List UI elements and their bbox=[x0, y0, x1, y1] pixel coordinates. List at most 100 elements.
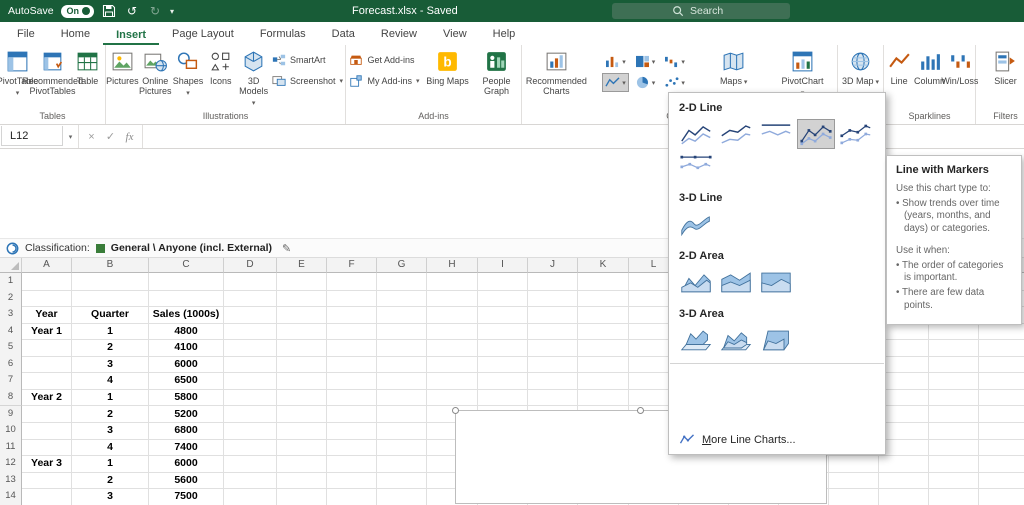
cell-D8[interactable] bbox=[224, 389, 277, 407]
document-title[interactable]: Forecast.xlsx - Saved bbox=[352, 0, 458, 22]
cell-Q14[interactable] bbox=[879, 488, 929, 505]
cell-F1[interactable] bbox=[327, 273, 377, 291]
cell-R9[interactable] bbox=[929, 406, 979, 424]
cell-C10[interactable]: 6800 bbox=[149, 422, 224, 440]
cell-D11[interactable] bbox=[224, 439, 277, 457]
cell-B1[interactable] bbox=[72, 273, 149, 291]
cell-F14[interactable] bbox=[327, 488, 377, 505]
cell-A7[interactable] bbox=[22, 372, 72, 390]
col-header-I[interactable]: I bbox=[478, 258, 528, 273]
edit-classification-icon[interactable]: ✎ bbox=[282, 242, 291, 255]
cell-G12[interactable] bbox=[377, 455, 427, 473]
enter-icon[interactable]: ✓ bbox=[102, 130, 119, 143]
cell-F10[interactable] bbox=[327, 422, 377, 440]
cell-I4[interactable] bbox=[478, 323, 528, 341]
cancel-icon[interactable]: × bbox=[83, 131, 100, 143]
cell-R7[interactable] bbox=[929, 372, 979, 390]
row-header-2[interactable]: 2 bbox=[0, 290, 22, 308]
cell-S8[interactable] bbox=[979, 389, 1024, 407]
cell-I1[interactable] bbox=[478, 273, 528, 291]
cell-G9[interactable] bbox=[377, 406, 427, 424]
cell-E5[interactable] bbox=[277, 339, 327, 357]
cell-S4[interactable] bbox=[979, 323, 1024, 341]
cell-C7[interactable]: 6500 bbox=[149, 372, 224, 390]
cell-F9[interactable] bbox=[327, 406, 377, 424]
cell-E3[interactable] bbox=[277, 306, 327, 324]
insert-function-icon[interactable]: fx bbox=[121, 131, 138, 143]
cell-J6[interactable] bbox=[528, 356, 578, 374]
cell-E2[interactable] bbox=[277, 290, 327, 308]
row-header-9[interactable]: 9 bbox=[0, 406, 22, 424]
cell-D9[interactable] bbox=[224, 406, 277, 424]
cell-E12[interactable] bbox=[277, 455, 327, 473]
cell-E13[interactable] bbox=[277, 472, 327, 490]
cell-K8[interactable] bbox=[578, 389, 629, 407]
redo-icon[interactable]: ↻ bbox=[147, 3, 163, 19]
cell-A13[interactable] bbox=[22, 472, 72, 490]
cell-A4[interactable]: Year 1 bbox=[22, 323, 72, 341]
cell-H4[interactable] bbox=[427, 323, 478, 341]
cell-B4[interactable]: 1 bbox=[72, 323, 149, 341]
cell-H2[interactable] bbox=[427, 290, 478, 308]
cell-R8[interactable] bbox=[929, 389, 979, 407]
cell-E4[interactable] bbox=[277, 323, 327, 341]
cell-G13[interactable] bbox=[377, 472, 427, 490]
cell-G6[interactable] bbox=[377, 356, 427, 374]
cell-A12[interactable]: Year 3 bbox=[22, 455, 72, 473]
chart-type-stacked-line-markers-icon[interactable] bbox=[837, 119, 875, 149]
cell-R6[interactable] bbox=[929, 356, 979, 374]
chart-type-stacked-area-icon[interactable] bbox=[717, 267, 755, 297]
cell-G4[interactable] bbox=[377, 323, 427, 341]
cell-H8[interactable] bbox=[427, 389, 478, 407]
cell-J3[interactable] bbox=[528, 306, 578, 324]
cell-F6[interactable] bbox=[327, 356, 377, 374]
cell-J8[interactable] bbox=[528, 389, 578, 407]
cell-A3[interactable]: Year bbox=[22, 306, 72, 324]
line-button[interactable]: Line bbox=[884, 47, 914, 88]
cell-A10[interactable] bbox=[22, 422, 72, 440]
cell-B5[interactable]: 2 bbox=[72, 339, 149, 357]
col-header-H[interactable]: H bbox=[427, 258, 478, 273]
undo-icon[interactable]: ↺ bbox=[124, 3, 140, 19]
cell-H5[interactable] bbox=[427, 339, 478, 357]
col-header-B[interactable]: B bbox=[72, 258, 149, 273]
insert-column-chart-button[interactable]: ▾ bbox=[602, 52, 629, 71]
cell-B2[interactable] bbox=[72, 290, 149, 308]
cell-K5[interactable] bbox=[578, 339, 629, 357]
chart-type-hundred-stacked-line-markers-icon[interactable] bbox=[677, 151, 715, 181]
cell-F2[interactable] bbox=[327, 290, 377, 308]
cell-E6[interactable] bbox=[277, 356, 327, 374]
cell-J1[interactable] bbox=[528, 273, 578, 291]
cell-K3[interactable] bbox=[578, 306, 629, 324]
insert-hierarchy-chart-button[interactable]: ▾ bbox=[632, 52, 659, 71]
cell-F13[interactable] bbox=[327, 472, 377, 490]
cell-I3[interactable] bbox=[478, 306, 528, 324]
select-all-corner[interactable] bbox=[0, 258, 22, 273]
cell-G1[interactable] bbox=[377, 273, 427, 291]
row-header-12[interactable]: 12 bbox=[0, 455, 22, 473]
cell-G10[interactable] bbox=[377, 422, 427, 440]
row-header-1[interactable]: 1 bbox=[0, 273, 22, 291]
cell-A8[interactable]: Year 2 bbox=[22, 389, 72, 407]
cell-C5[interactable]: 4100 bbox=[149, 339, 224, 357]
col-header-A[interactable]: A bbox=[22, 258, 72, 273]
cell-R4[interactable] bbox=[929, 323, 979, 341]
name-box-caret-icon[interactable]: ▾ bbox=[63, 125, 79, 148]
cell-D7[interactable] bbox=[224, 372, 277, 390]
chart-type-hundred-stacked-area-3d-icon[interactable] bbox=[757, 325, 795, 355]
cell-D3[interactable] bbox=[224, 306, 277, 324]
cell-J5[interactable] bbox=[528, 339, 578, 357]
cell-D1[interactable] bbox=[224, 273, 277, 291]
cell-S7[interactable] bbox=[979, 372, 1024, 390]
chart-type-stacked-line-icon[interactable] bbox=[717, 119, 755, 149]
cell-S14[interactable] bbox=[979, 488, 1024, 505]
cell-E14[interactable] bbox=[277, 488, 327, 505]
cell-B14[interactable]: 3 bbox=[72, 488, 149, 505]
tab-home[interactable]: Home bbox=[48, 24, 103, 45]
cell-C1[interactable] bbox=[149, 273, 224, 291]
cell-C6[interactable]: 6000 bbox=[149, 356, 224, 374]
cell-G7[interactable] bbox=[377, 372, 427, 390]
cell-J2[interactable] bbox=[528, 290, 578, 308]
cell-K2[interactable] bbox=[578, 290, 629, 308]
cell-K6[interactable] bbox=[578, 356, 629, 374]
